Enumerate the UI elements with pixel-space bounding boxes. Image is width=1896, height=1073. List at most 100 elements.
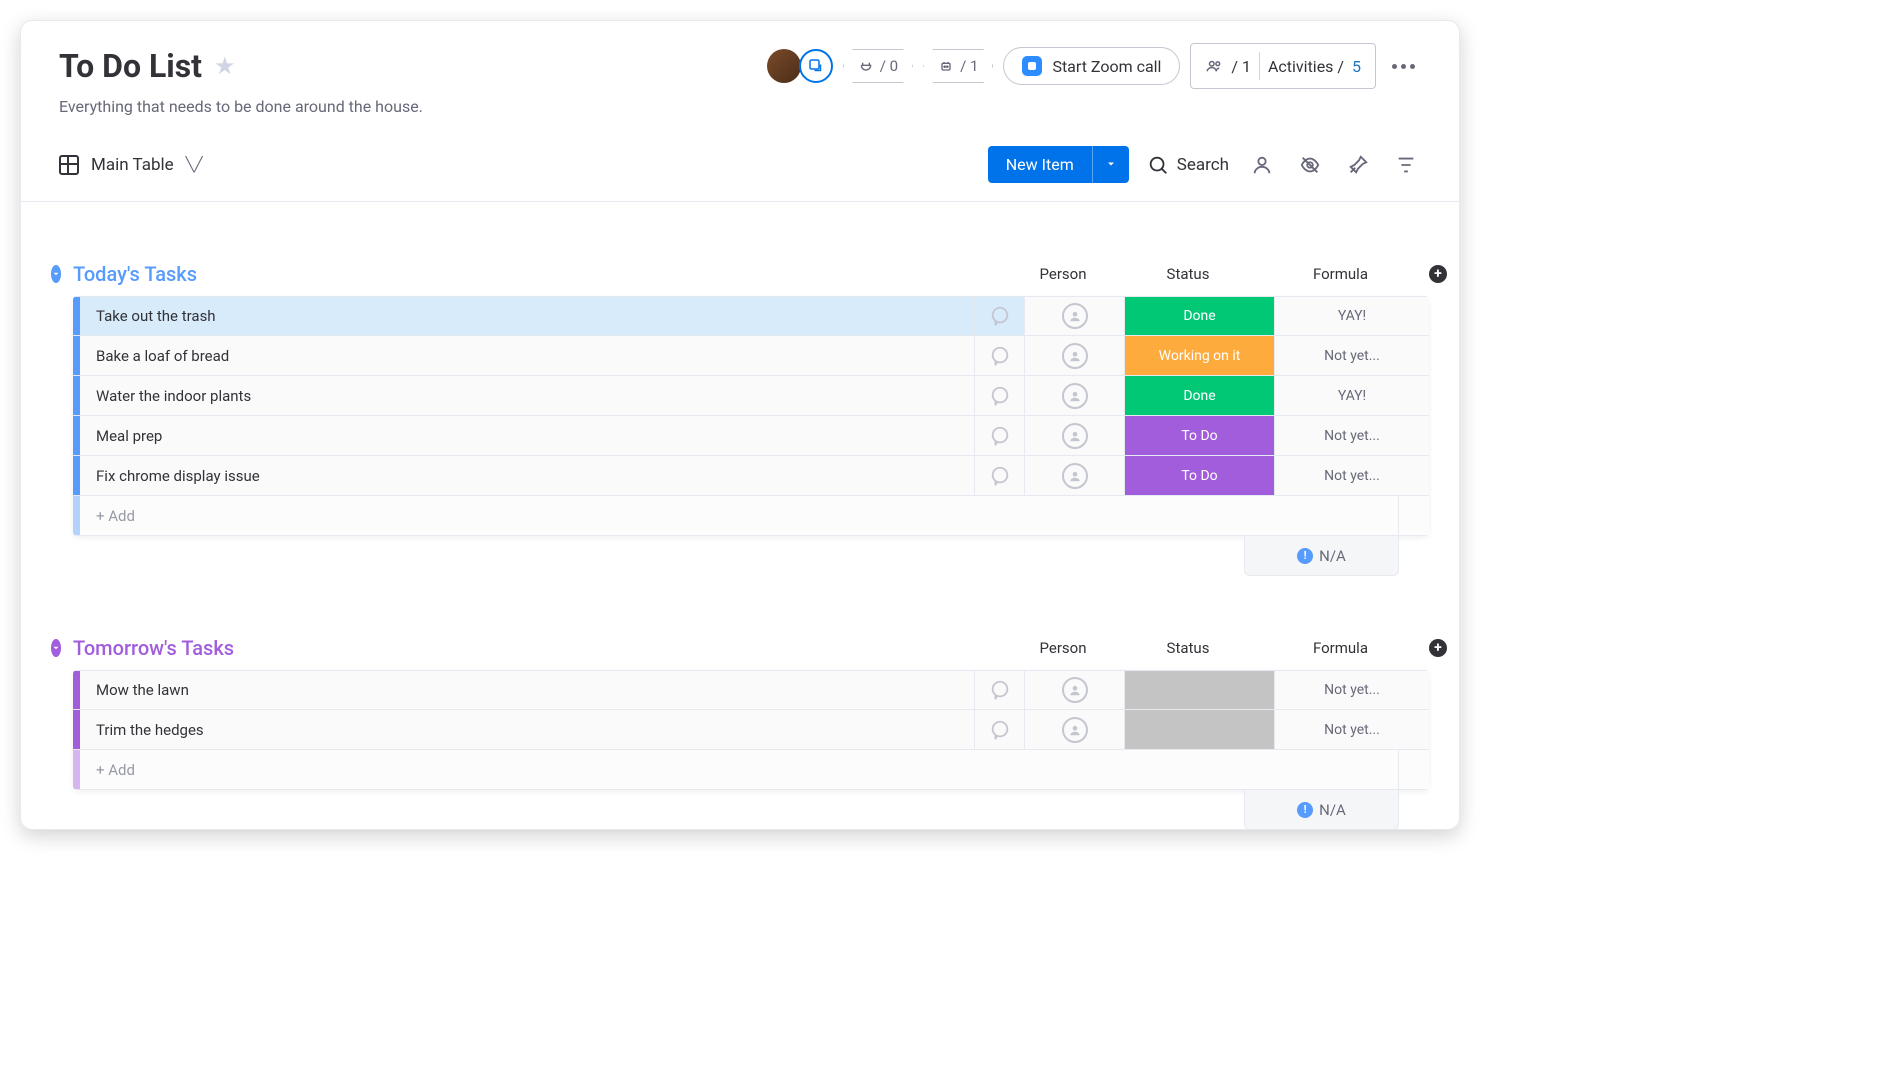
row-color-bar (73, 456, 80, 495)
formula-summary: !N/A (1244, 790, 1399, 830)
members-activities-pill[interactable]: / 1 Activities / 5 (1190, 43, 1376, 89)
conversation-button[interactable] (975, 336, 1025, 375)
item-name-cell[interactable]: Take out the trash (80, 297, 975, 335)
hide-button[interactable] (1295, 150, 1325, 180)
person-cell[interactable] (1025, 376, 1125, 415)
search-icon (1147, 154, 1169, 176)
table-row[interactable]: Mow the lawnNot yet... (73, 670, 1429, 710)
add-item-label[interactable]: + Add (80, 496, 1399, 535)
zoom-call-button[interactable]: Start Zoom call (1003, 47, 1180, 85)
automations-pill[interactable]: / 1 (923, 49, 993, 83)
person-cell[interactable] (1025, 297, 1125, 335)
board-menu-button[interactable] (1386, 58, 1421, 75)
column-header-person[interactable]: Person (1013, 639, 1113, 657)
status-cell[interactable]: To Do (1125, 416, 1275, 455)
status-cell[interactable]: To Do (1125, 456, 1275, 495)
group-header: Tomorrow's TasksPersonStatusFormula+ (51, 636, 1429, 670)
row-color-bar (73, 376, 80, 415)
add-column-button[interactable]: + (1418, 639, 1458, 657)
row-color-bar (73, 297, 80, 335)
filter-button[interactable] (1391, 150, 1421, 180)
formula-cell: YAY! (1275, 297, 1429, 335)
row-color-bar (73, 416, 80, 455)
new-item-dropdown[interactable] (1092, 146, 1129, 183)
person-cell[interactable] (1025, 416, 1125, 455)
board-title[interactable]: To Do List (59, 47, 202, 85)
table-row[interactable]: Meal prep To DoNot yet... (73, 416, 1429, 456)
add-item-label[interactable]: + Add (80, 750, 1399, 789)
add-item-row[interactable]: + Add (73, 750, 1429, 790)
collapse-toggle[interactable] (51, 639, 61, 657)
pin-button[interactable] (1343, 150, 1373, 180)
item-name-cell[interactable]: Mow the lawn (80, 671, 975, 709)
item-name-cell[interactable]: Bake a loaf of bread (80, 336, 975, 375)
integrations-pill[interactable]: / 0 (843, 49, 913, 83)
table-row[interactable]: Water the indoor plants DoneYAY! (73, 376, 1429, 416)
conversation-button[interactable] (975, 456, 1025, 495)
person-cell[interactable] (1025, 456, 1125, 495)
person-cell[interactable] (1025, 710, 1125, 749)
table-row[interactable]: Take out the trash DoneYAY! (73, 296, 1429, 336)
add-item-row[interactable]: + Add (73, 496, 1429, 536)
status-cell[interactable]: Done (1125, 376, 1275, 415)
table-view-icon (59, 155, 79, 175)
group-title[interactable]: Today's Tasks (73, 262, 1013, 286)
column-header-person[interactable]: Person (1013, 265, 1113, 283)
group-footer: !N/A (51, 790, 1429, 830)
board-description[interactable]: Everything that needs to be done around … (59, 97, 1421, 116)
column-header-formula[interactable]: Formula (1263, 639, 1418, 657)
item-name-cell[interactable]: Trim the hedges (80, 710, 975, 749)
view-state-icon[interactable] (799, 49, 833, 83)
table-row[interactable]: Trim the hedges Not yet... (73, 710, 1429, 750)
item-name-cell[interactable]: Water the indoor plants (80, 376, 975, 415)
conversation-button[interactable] (975, 671, 1025, 709)
formula-cell: Not yet... (1275, 336, 1429, 375)
person-cell[interactable] (1025, 336, 1125, 375)
table-row[interactable]: Fix chrome display issue To DoNot yet... (73, 456, 1429, 496)
group-rows: Take out the trashDoneYAY!Bake a loaf of… (73, 296, 1429, 536)
person-filter-button[interactable] (1247, 150, 1277, 180)
search-button[interactable]: Search (1147, 154, 1229, 176)
group-tomorrow: Tomorrow's TasksPersonStatusFormula+Mow … (51, 636, 1429, 830)
board-header: To Do List ★ / 0 / 1 Start Zoo (21, 21, 1459, 128)
column-header-formula[interactable]: Formula (1263, 265, 1418, 283)
status-cell[interactable] (1125, 671, 1275, 709)
conversation-button[interactable] (975, 297, 1025, 335)
conversation-button[interactable] (975, 376, 1025, 415)
new-item-button[interactable]: New Item (988, 146, 1129, 183)
formula-summary: !N/A (1244, 536, 1399, 576)
group-today: Today's TasksPersonStatusFormula+Take ou… (51, 262, 1429, 576)
conversation-button[interactable] (975, 710, 1025, 749)
table-row[interactable]: Bake a loaf of bread Working on itNot yet… (73, 336, 1429, 376)
item-name-cell[interactable]: Fix chrome display issue (80, 456, 975, 495)
status-cell[interactable]: Working on it (1125, 336, 1275, 375)
info-icon: ! (1297, 548, 1313, 564)
item-name-cell[interactable]: Meal prep (80, 416, 975, 455)
integrations-count: / 0 (880, 57, 898, 75)
formula-cell: Not yet... (1275, 416, 1429, 455)
favorite-star-icon[interactable]: ★ (214, 52, 236, 80)
pill-divider (1259, 52, 1260, 80)
search-label: Search (1177, 155, 1229, 175)
group-footer: !N/A (51, 536, 1429, 576)
group-title[interactable]: Tomorrow's Tasks (73, 636, 1013, 660)
owner-avatar[interactable] (767, 49, 801, 83)
status-cell[interactable]: Done (1125, 297, 1275, 335)
conversation-button[interactable] (975, 416, 1025, 455)
zoom-icon (1022, 56, 1042, 76)
collapse-toggle[interactable] (51, 265, 61, 283)
members-count: / 1 (1231, 57, 1251, 76)
view-selector[interactable]: Main Table ╲╱ (59, 155, 203, 175)
person-cell[interactable] (1025, 671, 1125, 709)
members-icon (1205, 57, 1223, 75)
add-column-button[interactable]: + (1418, 265, 1458, 283)
formula-cell: Not yet... (1275, 710, 1429, 749)
formula-cell: Not yet... (1275, 456, 1429, 495)
formula-cell: YAY! (1275, 376, 1429, 415)
new-item-label: New Item (988, 146, 1092, 183)
column-header-status[interactable]: Status (1113, 265, 1263, 283)
board-toolbar: Main Table ╲╱ New Item Search (21, 128, 1459, 202)
column-header-status[interactable]: Status (1113, 639, 1263, 657)
group-rows: Mow the lawnNot yet...Trim the hedges Not… (73, 670, 1429, 790)
status-cell[interactable] (1125, 710, 1275, 749)
